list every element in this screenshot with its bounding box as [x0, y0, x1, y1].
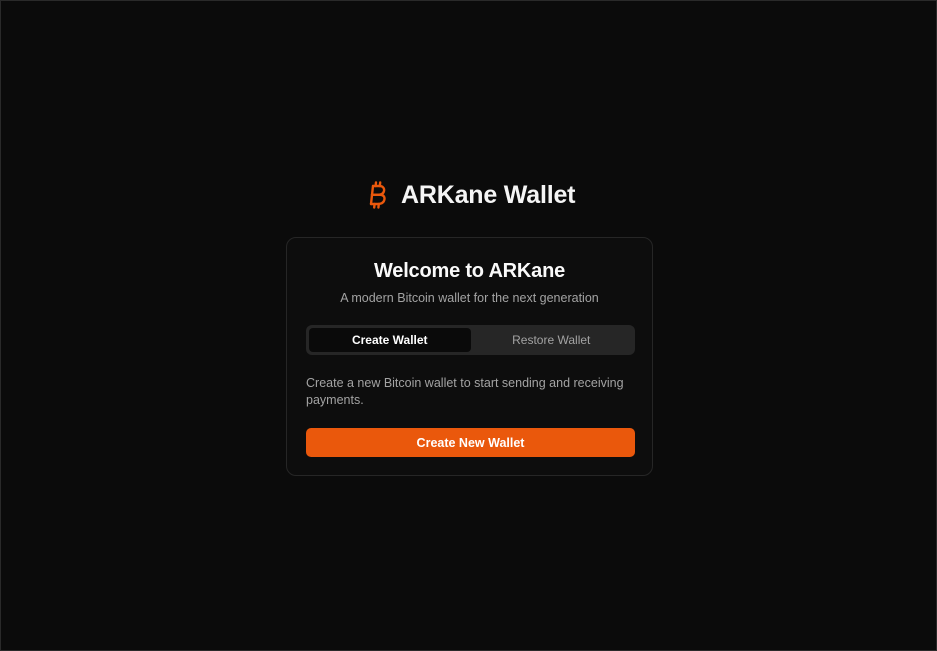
tab-restore-wallet[interactable]: Restore Wallet	[471, 328, 633, 352]
welcome-card: Welcome to ARKane A modern Bitcoin walle…	[286, 237, 653, 476]
create-new-wallet-button[interactable]: Create New Wallet	[306, 428, 635, 457]
create-wallet-description: Create a new Bitcoin wallet to start sen…	[306, 376, 624, 407]
wallet-mode-tabs: Create Wallet Restore Wallet	[306, 325, 635, 355]
brand-header: ARKane Wallet	[366, 177, 575, 213]
app-window: ARKane Wallet Welcome to ARKane A modern…	[0, 0, 937, 651]
app-title: ARKane Wallet	[401, 180, 576, 209]
tab-create-wallet[interactable]: Create Wallet	[309, 328, 471, 352]
welcome-subheading: A modern Bitcoin wallet for the next gen…	[340, 291, 599, 305]
bitcoin-icon	[366, 178, 390, 212]
welcome-heading: Welcome to ARKane	[373, 260, 566, 282]
